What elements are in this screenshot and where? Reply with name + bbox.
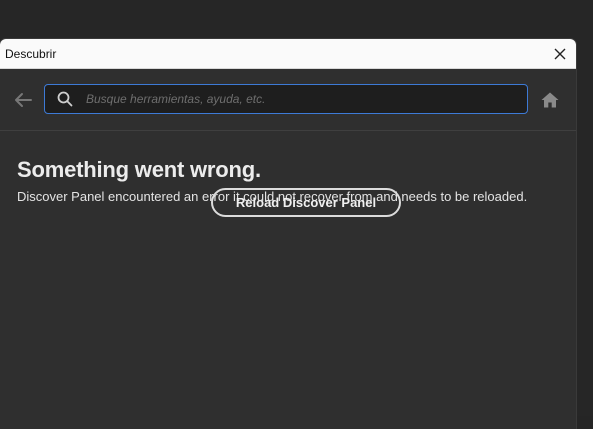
discover-panel-window: Descubrir Busque herramientas, ayuda, et… bbox=[0, 39, 576, 429]
arrow-left-icon bbox=[15, 93, 32, 107]
error-heading: Something went wrong. bbox=[17, 157, 261, 182]
panel-toolbar bbox=[0, 69, 576, 131]
search-icon bbox=[56, 90, 74, 108]
window-titlebar: Descubrir bbox=[0, 39, 576, 69]
reload-button-container: Reload Discover Panel bbox=[211, 188, 401, 217]
close-button[interactable] bbox=[550, 44, 570, 64]
window-title: Descubrir bbox=[5, 46, 57, 61]
reload-discover-panel-button[interactable]: Reload Discover Panel bbox=[211, 188, 401, 217]
back-button[interactable] bbox=[11, 88, 35, 112]
home-icon bbox=[541, 92, 559, 108]
home-button[interactable] bbox=[538, 88, 562, 112]
search-box[interactable] bbox=[44, 84, 528, 114]
search-input[interactable] bbox=[84, 91, 527, 107]
close-icon bbox=[554, 48, 566, 59]
